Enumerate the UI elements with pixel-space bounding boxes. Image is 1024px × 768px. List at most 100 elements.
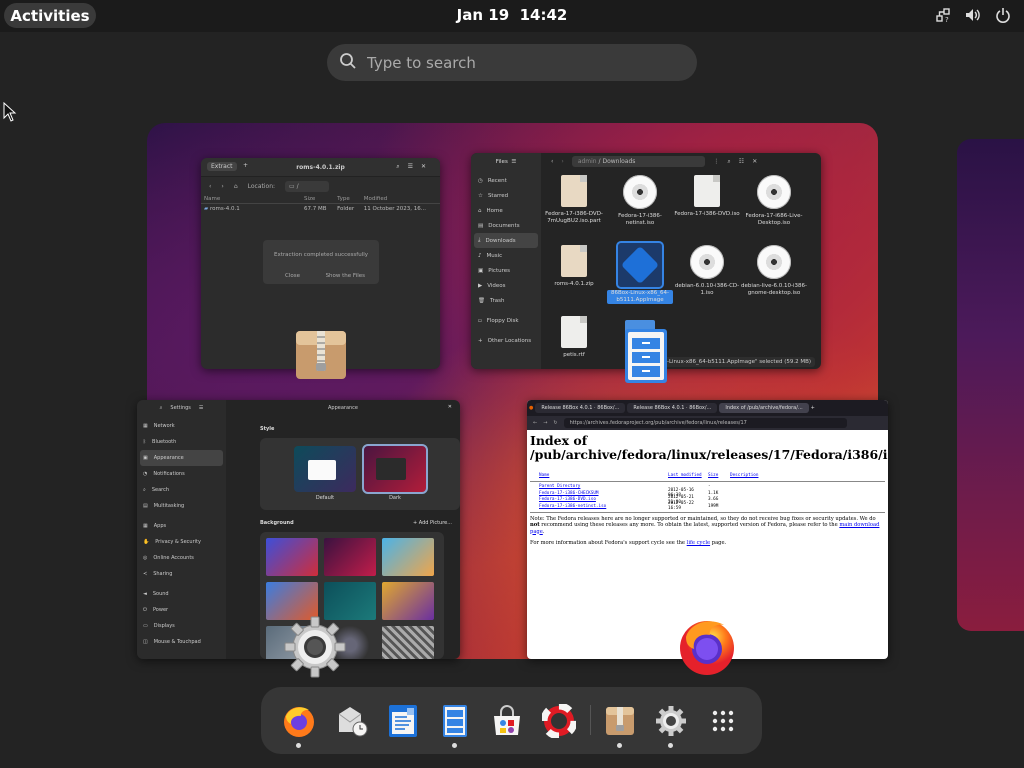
dash-item-software[interactable] (489, 703, 525, 739)
search-input[interactable] (367, 53, 667, 72)
sidebar-item-other-locations[interactable]: + Other Locations (471, 333, 541, 348)
file-item[interactable]: Fedora-17-i386-DVD.iso (674, 175, 740, 218)
column-name[interactable]: Name (530, 473, 668, 478)
sidebar-item-power[interactable]: ⏻ Power (137, 602, 226, 618)
sidebar-item-recent[interactable]: ◷ Recent (471, 173, 541, 188)
reload-icon[interactable]: ↻ (553, 420, 557, 426)
sidebar-item-search[interactable]: ⌕ Search (137, 482, 226, 498)
row-link[interactable]: Fedora-17-i386-DVD.iso (530, 497, 668, 502)
sidebar-item-online-accounts[interactable]: ◎ Online Accounts (137, 550, 226, 566)
sidebar-item-documents[interactable]: ▤ Documents (471, 218, 541, 233)
home-icon[interactable]: ⌂ (234, 183, 238, 190)
life-cycle-link[interactable]: life cycle (687, 540, 710, 546)
file-item[interactable]: Fedora-17-i386-netinst.iso (607, 175, 673, 227)
dash-item-show-apps[interactable] (705, 703, 741, 739)
wallpaper-option[interactable] (382, 626, 434, 659)
dash-item-files[interactable] (437, 703, 473, 748)
file-item[interactable]: debian-live-6.0.10-i386-gnome-desktop.is… (741, 245, 807, 297)
menu-icon[interactable]: ☰ (199, 405, 203, 411)
wallpaper-option[interactable] (382, 582, 434, 620)
network-icon[interactable]: ? (934, 6, 952, 24)
more-options-icon[interactable]: ⋮ (713, 158, 719, 165)
file-item[interactable]: Fedora-17-i386-DVD-7mUugBU2.iso.part (541, 175, 607, 225)
view-options-icon[interactable]: ☷ (739, 158, 744, 165)
wallpaper-option[interactable] (266, 538, 318, 576)
column-size[interactable]: Size (301, 195, 335, 204)
table-row[interactable]: ▰ roms-4.0.1 67.7 MB Folder 11 October 2… (201, 204, 440, 215)
table-row[interactable]: Fedora-17-i386-netinst.iso 2012-05-22 16:… (530, 501, 885, 511)
wallpaper-option[interactable] (266, 582, 318, 620)
sidebar-item-videos[interactable]: ▶ Videos (471, 278, 541, 293)
wallpaper-option[interactable] (324, 582, 376, 620)
column-size[interactable]: Size (708, 473, 730, 478)
path-bar[interactable]: admin / Downloads (571, 156, 706, 167)
url-bar[interactable]: https://archives.fedoraproject.org/pub/a… (563, 418, 847, 428)
file-item[interactable]: debian-6.0.10-i386-CD-1.iso (674, 245, 740, 297)
style-default-option[interactable]: Default (294, 446, 356, 501)
sidebar-item-bluetooth[interactable]: ᛒ Bluetooth (137, 434, 226, 450)
location-field[interactable]: ▭ / (285, 180, 329, 192)
wallpaper-option[interactable] (324, 538, 376, 576)
close-icon[interactable]: ✕ (448, 404, 452, 410)
column-modified[interactable]: Modified (360, 195, 440, 204)
close-icon[interactable]: ✕ (752, 158, 757, 165)
sidebar-item-trash[interactable]: 🗑 Trash (471, 293, 541, 308)
clock-button[interactable]: Jan 19 14:42 (457, 6, 568, 24)
path-home[interactable]: admin (578, 158, 597, 165)
sidebar-item-downloads[interactable]: ⤓ Downloads (474, 233, 538, 248)
path-current[interactable]: Downloads (602, 158, 635, 165)
forward-icon[interactable]: › (561, 158, 563, 165)
system-tray[interactable]: ? (934, 6, 1012, 24)
column-type[interactable]: Type (334, 195, 361, 204)
sidebar-item-notifications[interactable]: ◔ Notifications (137, 466, 226, 482)
search-icon[interactable]: ⌕ (160, 405, 163, 411)
dash-item-text-editor[interactable] (385, 703, 421, 739)
power-icon[interactable] (994, 6, 1012, 24)
sidebar-item-pictures[interactable]: ▣ Pictures (471, 263, 541, 278)
row-link[interactable]: Parent Directory (530, 484, 668, 489)
sidebar-item-sound[interactable]: ◄ Sound (137, 586, 226, 602)
column-modified[interactable]: Last modified (668, 473, 708, 478)
file-item[interactable]: roms-4.0.1.zip (541, 245, 607, 288)
sidebar-item-multitasking[interactable]: ▤ Multitasking (137, 498, 226, 514)
workspace-next[interactable] (957, 139, 1024, 631)
new-tab-icon[interactable]: + (811, 405, 815, 411)
archive-window-controls[interactable]: ⌕☰✕ (396, 163, 434, 171)
sidebar-item-privacy[interactable]: ✋ Privacy & Security (137, 534, 226, 550)
row-link[interactable]: Fedora-17-i386-netinst.iso (530, 504, 668, 509)
back-icon[interactable]: ‹ (551, 158, 553, 165)
menu-icon[interactable]: ☰ (511, 159, 516, 165)
column-description[interactable]: Description (730, 473, 758, 478)
file-item[interactable]: Fedora-17-i686-Live-Desktop.iso (741, 175, 807, 227)
search-icon[interactable]: ⌕ (727, 158, 730, 166)
wallpaper-option[interactable] (382, 538, 434, 576)
dash-item-evolution[interactable] (334, 703, 370, 739)
back-icon[interactable]: ‹ (209, 183, 211, 190)
column-name[interactable]: Name (201, 195, 301, 204)
sidebar-item-music[interactable]: ♪ Music (471, 248, 541, 263)
dash-item-archive-manager[interactable] (602, 703, 638, 748)
sidebar-item-floppy[interactable]: ▫ Floppy Disk (471, 313, 541, 328)
sidebar-item-network[interactable]: ▦ Network (137, 418, 226, 434)
sidebar-item-apps[interactable]: ▦ Apps (137, 518, 226, 534)
forward-icon[interactable]: → (543, 420, 547, 426)
volume-icon[interactable] (964, 6, 982, 24)
row-link[interactable]: Fedora-17-i386-CHECKSUM (530, 491, 668, 496)
forward-icon[interactable]: › (221, 183, 223, 190)
close-button[interactable]: Close (285, 273, 300, 279)
sidebar-item-appearance[interactable]: ▣ Appearance (140, 450, 223, 466)
style-dark-option[interactable]: Dark (362, 444, 428, 501)
show-files-button[interactable]: Show the Files (326, 273, 365, 279)
search-bar[interactable] (327, 44, 697, 81)
sidebar-item-mouse[interactable]: ◫ Mouse & Touchpad (137, 634, 226, 650)
file-item[interactable]: petis.rtf (541, 316, 607, 359)
firefox-menu-icon[interactable]: ● (529, 405, 533, 411)
dash-item-firefox[interactable] (281, 703, 317, 748)
browser-tab-active[interactable]: Index of /pub/archive/fedora/... (719, 403, 809, 413)
sidebar-item-sharing[interactable]: ≺ Sharing (137, 566, 226, 582)
sidebar-item-starred[interactable]: ☆ Starred (471, 188, 541, 203)
activities-button[interactable]: Activities (4, 3, 96, 28)
browser-tab[interactable]: Release 86Box 4.0.1 · 86Box/... (627, 403, 718, 413)
browser-tab[interactable]: Release 86Box 4.0.1 · 86Box/... (535, 403, 626, 413)
back-icon[interactable]: ← (533, 420, 537, 426)
